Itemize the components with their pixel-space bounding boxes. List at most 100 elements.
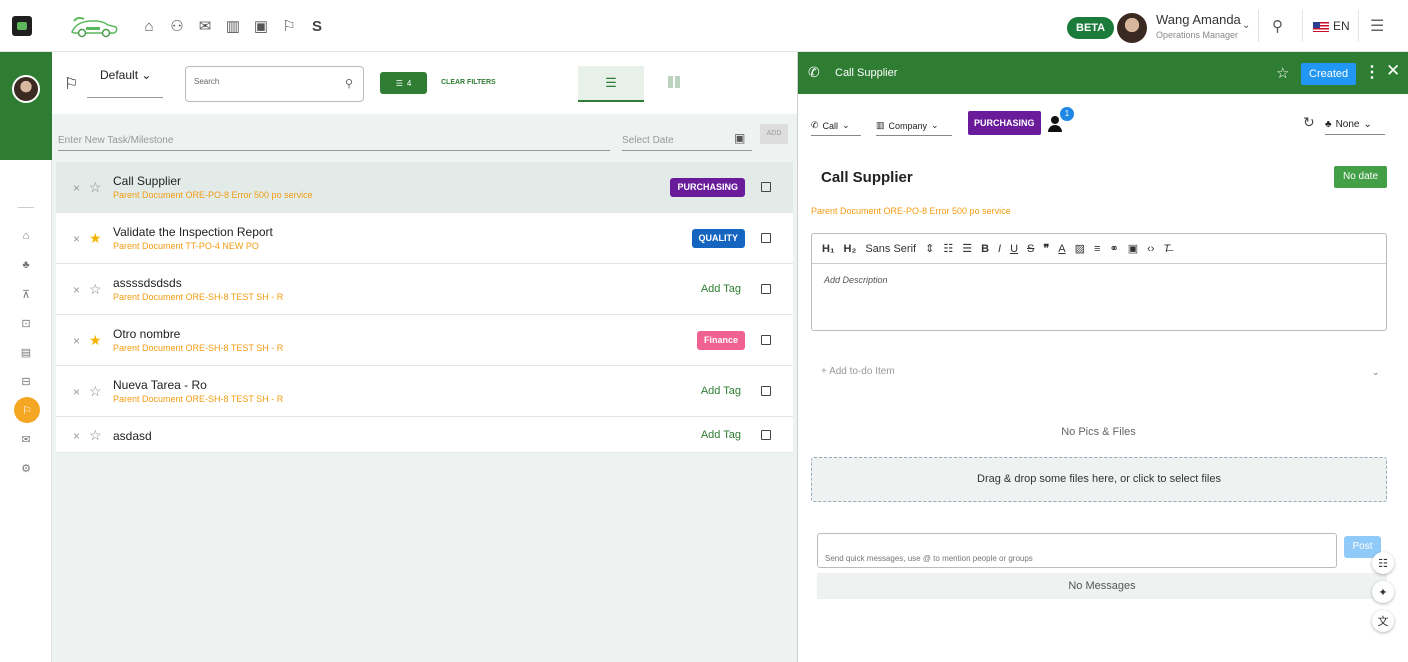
add-tag-button[interactable]: Add Tag	[701, 426, 741, 445]
font-select-arrows-icon[interactable]: ⇕	[925, 242, 934, 255]
users-icon[interactable]: ⚇	[168, 16, 186, 36]
document-search-icon[interactable]: ⊡	[16, 313, 36, 333]
task-row[interactable]: × ★ Otro nombre Parent Document ORE-SH-8…	[56, 315, 793, 366]
task-parent[interactable]: Parent Document ORE-SH-8 TEST SH - R	[113, 394, 283, 404]
parent-document-link[interactable]: Parent Document ORE-PO-8 Error 500 po se…	[811, 206, 1011, 216]
italic-icon[interactable]: I	[998, 243, 1001, 255]
add-tag-button[interactable]: Add Tag	[701, 382, 741, 401]
task-row[interactable]: × ☆ asdasd Add Tag	[56, 417, 793, 453]
date-input[interactable]	[622, 131, 752, 151]
sparkle-icon[interactable]: ✦	[1372, 581, 1394, 603]
heading2-button[interactable]: H₂	[844, 243, 857, 255]
brand-logo-icon[interactable]	[68, 14, 120, 38]
star-icon[interactable]: ★	[89, 230, 102, 247]
language-selector[interactable]: EN	[1333, 19, 1350, 33]
close-icon[interactable]: ×	[73, 429, 80, 443]
close-icon[interactable]: ×	[73, 232, 80, 246]
view-selector[interactable]: Default ⌄	[87, 66, 163, 98]
task-row[interactable]: × ☆ assssdsdsds Parent Document ORE-SH-8…	[56, 264, 793, 315]
status-button[interactable]: Created	[1301, 63, 1357, 85]
close-icon[interactable]: ×	[73, 181, 80, 195]
star-icon[interactable]: ☆	[89, 383, 102, 400]
clear-format-icon[interactable]: T̶	[1163, 243, 1170, 255]
shortcuts-icon[interactable]: ☷	[1372, 552, 1394, 574]
chevron-down-icon[interactable]: ⌄	[1372, 367, 1380, 378]
task-row[interactable]: × ★ Validate the Inspection Report Paren…	[56, 213, 793, 264]
highlight-icon[interactable]: ▨	[1075, 242, 1085, 255]
new-task-input[interactable]	[58, 131, 610, 151]
search-field[interactable]: ⚲	[185, 66, 364, 102]
add-todo-button[interactable]: + Add to-do Item	[821, 366, 895, 377]
bullet-list-icon[interactable]: ☰	[962, 242, 972, 255]
star-icon[interactable]: ☆	[1276, 64, 1289, 82]
search-input[interactable]	[194, 77, 334, 86]
inbox-icon[interactable]: ⊟	[16, 371, 36, 391]
task-checkbox[interactable]	[761, 182, 771, 192]
user-name[interactable]: Wang Amanda	[1156, 12, 1241, 27]
close-icon[interactable]: ×	[73, 334, 80, 348]
ordered-list-icon[interactable]: ☷	[943, 242, 953, 255]
task-row[interactable]: × ☆ Call Supplier Parent Document ORE-PO…	[56, 162, 793, 213]
contact-card-icon[interactable]: ▣	[252, 16, 270, 36]
translate-icon[interactable]: 文	[1372, 610, 1394, 632]
close-icon[interactable]: ×	[73, 283, 80, 297]
clear-filters-button[interactable]: CLEAR FILTERS	[441, 79, 496, 86]
bold-icon[interactable]: B	[981, 243, 989, 255]
mail-icon[interactable]: ✉	[196, 16, 214, 36]
tag-badge[interactable]: Finance	[696, 331, 745, 350]
star-icon[interactable]: ☆	[89, 179, 102, 196]
message-field[interactable]	[817, 533, 1337, 568]
clipboard-icon[interactable]: ▤	[16, 342, 36, 362]
type-selector[interactable]: ✆ Call ⌄	[811, 116, 861, 136]
close-icon[interactable]: ×	[73, 385, 80, 399]
task-row[interactable]: × ☆ Nueva Tarea - Ro Parent Document ORE…	[56, 366, 793, 417]
task-checkbox[interactable]	[761, 233, 771, 243]
file-dropzone[interactable]: Drag & drop some files here, or click to…	[811, 457, 1387, 502]
app-logo-icon[interactable]	[12, 16, 32, 36]
priority-selector[interactable]: ♣ None ⌄	[1325, 115, 1385, 135]
add-tag-button[interactable]: Add Tag	[701, 280, 741, 299]
list-view-icon[interactable]: ☰	[578, 66, 644, 102]
building-icon[interactable]: ▥	[224, 16, 242, 36]
mail-icon[interactable]: ✉	[16, 429, 36, 449]
task-checkbox[interactable]	[761, 386, 771, 396]
grid-view-icon[interactable]	[668, 76, 680, 88]
filter-button[interactable]: ☰ 4	[380, 72, 427, 94]
entity-selector[interactable]: ▥ Company ⌄	[876, 116, 952, 136]
task-parent[interactable]: Parent Document ORE-PO-8 Error 500 po se…	[113, 190, 313, 200]
chevron-down-icon[interactable]: ⌄	[1242, 20, 1250, 31]
person-icon[interactable]	[1048, 116, 1062, 134]
underline-icon[interactable]: U	[1010, 243, 1018, 255]
link-icon[interactable]: ⚭	[1109, 242, 1118, 255]
font-selector[interactable]: Sans Serif	[865, 243, 916, 255]
description-editor[interactable]: H₁ H₂ Sans Serif ⇕ ☷ ☰ B I U S ❞ A ▨ ≡ ⚭…	[811, 233, 1387, 331]
star-icon[interactable]: ☆	[89, 281, 102, 298]
strikethrough-icon[interactable]: S	[1027, 243, 1034, 255]
align-icon[interactable]: ≡	[1094, 243, 1100, 255]
font-color-icon[interactable]: A	[1058, 243, 1065, 255]
rail-avatar[interactable]	[12, 75, 40, 103]
code-icon[interactable]: ‹›	[1147, 243, 1154, 255]
task-checkbox[interactable]	[761, 335, 771, 345]
org-chart-icon[interactable]: ♣	[16, 255, 36, 275]
flag-icon[interactable]: ⚐	[14, 397, 40, 423]
more-vertical-icon[interactable]: ⋮	[1364, 62, 1380, 82]
date-button[interactable]: No date	[1334, 166, 1388, 188]
message-input[interactable]	[825, 554, 1305, 563]
image-icon[interactable]: ▣	[1128, 242, 1138, 255]
menu-icon[interactable]: ☰	[1370, 16, 1384, 36]
search-icon[interactable]: ⚲	[1272, 17, 1283, 35]
star-icon[interactable]: ★	[89, 332, 102, 349]
refresh-icon[interactable]: ↻	[1303, 114, 1315, 131]
task-title[interactable]: Call Supplier	[821, 169, 913, 186]
calendar-icon[interactable]: ▣	[734, 131, 745, 145]
flag-icon[interactable]: ⚐	[280, 16, 298, 36]
search-icon[interactable]: ⚲	[345, 77, 353, 90]
tag-badge[interactable]: QUALITY	[691, 229, 745, 248]
close-icon[interactable]: ✕	[1386, 61, 1400, 81]
cart-icon[interactable]: ⊼	[16, 284, 36, 304]
home-icon[interactable]: ⌂	[16, 226, 36, 246]
task-parent[interactable]: Parent Document ORE-SH-8 TEST SH - R	[113, 343, 283, 353]
tag-badge[interactable]: PURCHASING	[670, 178, 745, 197]
blockquote-icon[interactable]: ❞	[1043, 242, 1049, 255]
